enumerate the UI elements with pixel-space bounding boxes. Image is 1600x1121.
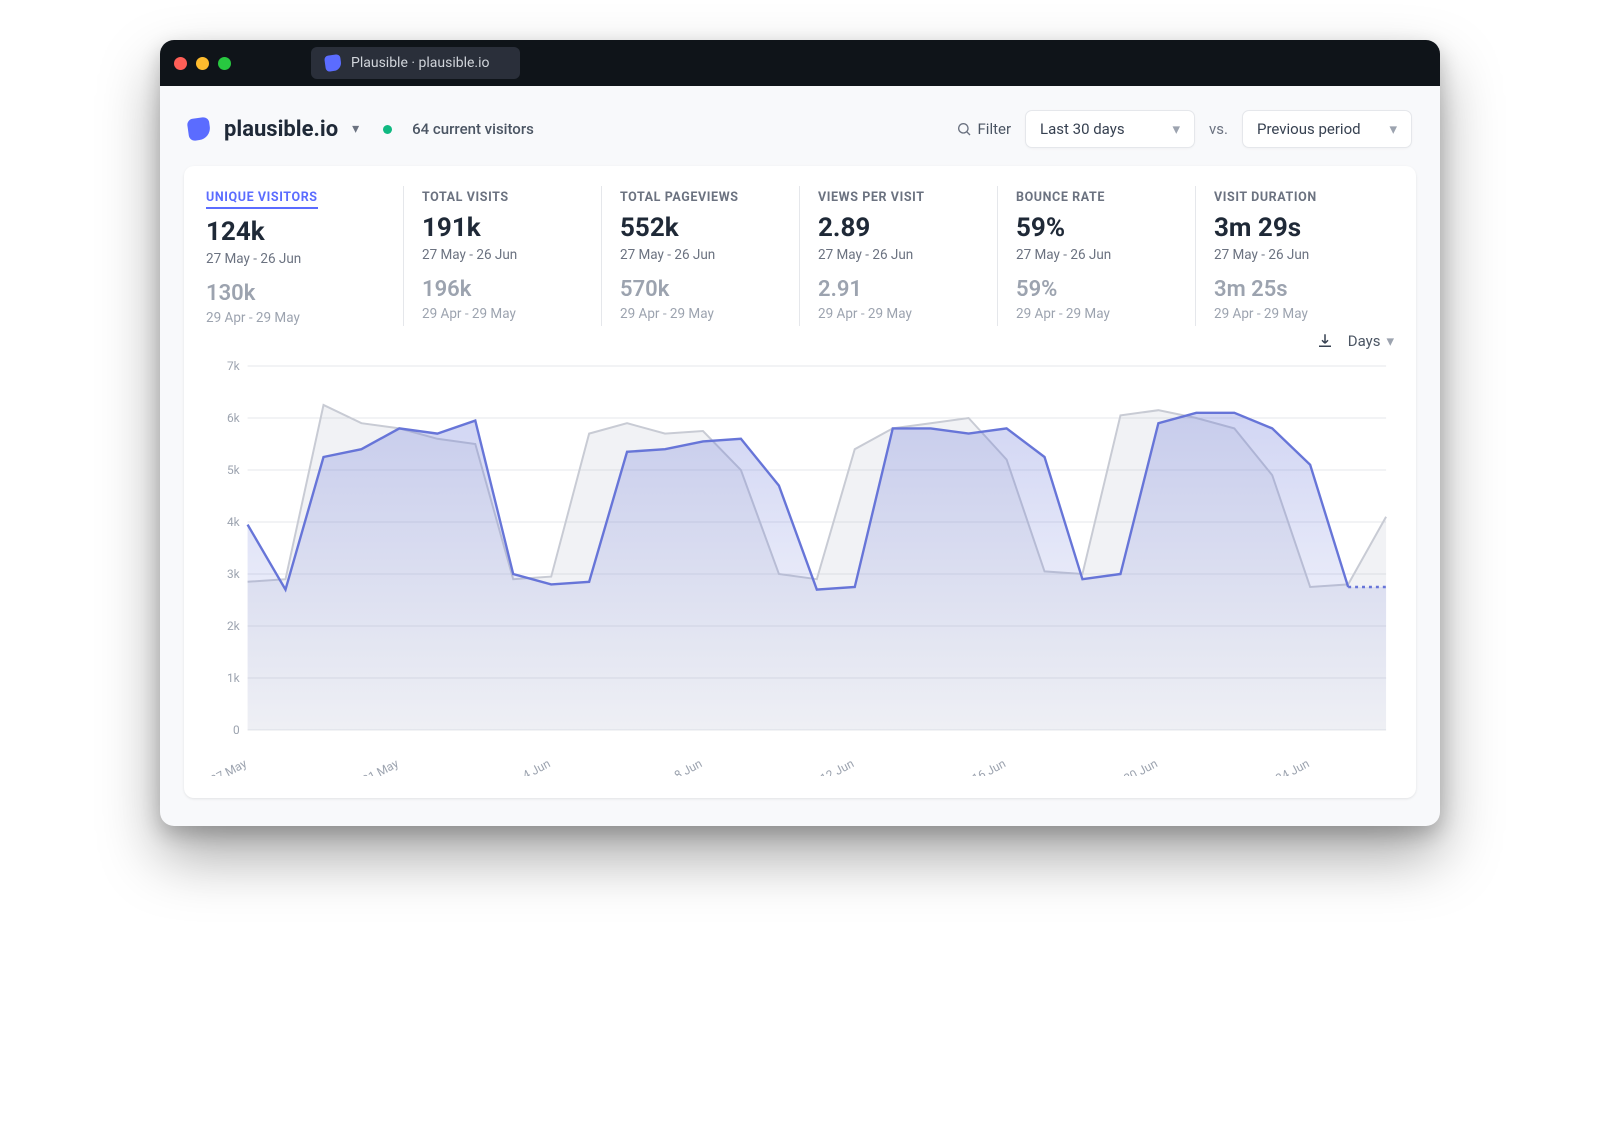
metric-range: 27 May - 26 Jun — [1214, 247, 1376, 263]
metric-title: VISIT DURATION — [1214, 190, 1317, 205]
metric-value: 59% — [1016, 213, 1177, 243]
date-range-dropdown[interactable]: Last 30 days ▾ — [1025, 110, 1195, 148]
browser-tab[interactable]: Plausible · plausible.io — [311, 47, 520, 79]
metric-prev-value: 3m 25s — [1214, 277, 1376, 302]
svg-text:2k: 2k — [227, 619, 241, 633]
chevron-down-icon: ▾ — [1173, 120, 1181, 138]
metric-value: 124k — [206, 217, 385, 247]
page-content: plausible.io ▾ 64 current visitors Filte… — [160, 86, 1440, 826]
main-card: UNIQUE VISITORS 124k 27 May - 26 Jun 130… — [184, 166, 1416, 798]
metric-title: TOTAL PAGEVIEWS — [620, 190, 739, 205]
metric-value: 2.89 — [818, 213, 979, 243]
svg-text:12 Jun: 12 Jun — [818, 756, 856, 776]
metric-total-visits[interactable]: TOTAL VISITS 191k 27 May - 26 Jun 196k 2… — [404, 186, 602, 326]
date-range-label: Last 30 days — [1040, 120, 1125, 138]
chevron-down-icon[interactable]: ▾ — [352, 121, 359, 137]
metric-prev-value: 570k — [620, 277, 781, 302]
metric-prev-value: 196k — [422, 277, 583, 302]
live-indicator-icon — [383, 125, 392, 134]
metric-title: UNIQUE VISITORS — [206, 190, 318, 209]
download-icon — [1316, 332, 1334, 350]
interval-dropdown[interactable]: Days ▾ — [1348, 332, 1394, 350]
metric-prev-value: 130k — [206, 281, 385, 306]
compare-dropdown[interactable]: Previous period ▾ — [1242, 110, 1412, 148]
minimize-icon[interactable] — [196, 57, 209, 70]
maximize-icon[interactable] — [218, 57, 231, 70]
svg-text:0: 0 — [233, 723, 240, 737]
filter-label: Filter — [978, 120, 1012, 138]
metric-value: 552k — [620, 213, 781, 243]
metric-range: 27 May - 26 Jun — [1016, 247, 1177, 263]
svg-text:24 Jun: 24 Jun — [1273, 756, 1311, 776]
metric-range: 27 May - 26 Jun — [818, 247, 979, 263]
metric-title: TOTAL VISITS — [422, 190, 509, 205]
svg-text:8 Jun: 8 Jun — [672, 756, 704, 776]
metric-unique-visitors[interactable]: UNIQUE VISITORS 124k 27 May - 26 Jun 130… — [206, 186, 404, 326]
svg-text:31 May: 31 May — [360, 756, 401, 776]
metric-value: 191k — [422, 213, 583, 243]
metric-range: 27 May - 26 Jun — [206, 251, 385, 267]
search-icon — [956, 121, 972, 137]
compare-label: Previous period — [1257, 120, 1361, 138]
current-visitors[interactable]: 64 current visitors — [412, 120, 534, 138]
titlebar: Plausible · plausible.io — [160, 40, 1440, 86]
metric-bounce-rate[interactable]: BOUNCE RATE 59% 27 May - 26 Jun 59% 29 A… — [998, 186, 1196, 326]
metric-prev-value: 59% — [1016, 277, 1177, 302]
svg-text:6k: 6k — [227, 411, 241, 425]
download-button[interactable] — [1316, 332, 1334, 350]
metric-value: 3m 29s — [1214, 213, 1376, 243]
svg-text:4k: 4k — [227, 515, 241, 529]
metric-visit-duration[interactable]: VISIT DURATION 3m 29s 27 May - 26 Jun 3m… — [1196, 186, 1394, 326]
metric-title: BOUNCE RATE — [1016, 190, 1105, 205]
svg-text:4 Jun: 4 Jun — [520, 756, 552, 776]
metric-prev-range: 29 Apr - 29 May — [206, 310, 385, 326]
svg-text:27 May: 27 May — [208, 756, 249, 776]
chevron-down-icon: ▾ — [1386, 332, 1394, 350]
svg-text:5k: 5k — [227, 463, 241, 477]
interval-label: Days — [1348, 332, 1381, 350]
compare-vs-label: vs. — [1209, 120, 1228, 138]
plausible-logo-icon — [187, 117, 212, 142]
metric-prev-range: 29 Apr - 29 May — [422, 306, 583, 322]
metric-prev-range: 29 Apr - 29 May — [1214, 306, 1376, 322]
metric-prev-range: 29 Apr - 29 May — [818, 306, 979, 322]
metric-range: 27 May - 26 Jun — [422, 247, 583, 263]
metrics-row: UNIQUE VISITORS 124k 27 May - 26 Jun 130… — [206, 186, 1394, 326]
filter-button[interactable]: Filter — [956, 120, 1012, 138]
close-icon[interactable] — [174, 57, 187, 70]
window-controls — [174, 57, 231, 70]
metric-range: 27 May - 26 Jun — [620, 247, 781, 263]
metric-title: VIEWS PER VISIT — [818, 190, 925, 205]
svg-text:16 Jun: 16 Jun — [970, 756, 1008, 776]
svg-text:3k: 3k — [227, 567, 241, 581]
plausible-favicon-icon — [324, 54, 342, 72]
site-selector[interactable]: plausible.io — [224, 117, 338, 142]
tab-title: Plausible · plausible.io — [351, 55, 490, 71]
visitors-chart[interactable]: 0 1k 2k 3k 4k 5k 6k 7k 27 May 31 May 4 Jun 8 Jun 12 … — [206, 356, 1394, 776]
app-window: Plausible · plausible.io plausible.io ▾ … — [160, 40, 1440, 826]
chart-controls: Days ▾ — [206, 332, 1394, 350]
metric-prev-value: 2.91 — [818, 277, 979, 302]
metric-prev-range: 29 Apr - 29 May — [620, 306, 781, 322]
metric-prev-range: 29 Apr - 29 May — [1016, 306, 1177, 322]
svg-text:20 Jun: 20 Jun — [1121, 756, 1159, 776]
metric-views-per-visit[interactable]: VIEWS PER VISIT 2.89 27 May - 26 Jun 2.9… — [800, 186, 998, 326]
svg-text:7k: 7k — [227, 359, 241, 373]
svg-text:1k: 1k — [227, 671, 241, 685]
metric-total-pageviews[interactable]: TOTAL PAGEVIEWS 552k 27 May - 26 Jun 570… — [602, 186, 800, 326]
top-controls: plausible.io ▾ 64 current visitors Filte… — [184, 104, 1416, 166]
chevron-down-icon: ▾ — [1389, 120, 1397, 138]
